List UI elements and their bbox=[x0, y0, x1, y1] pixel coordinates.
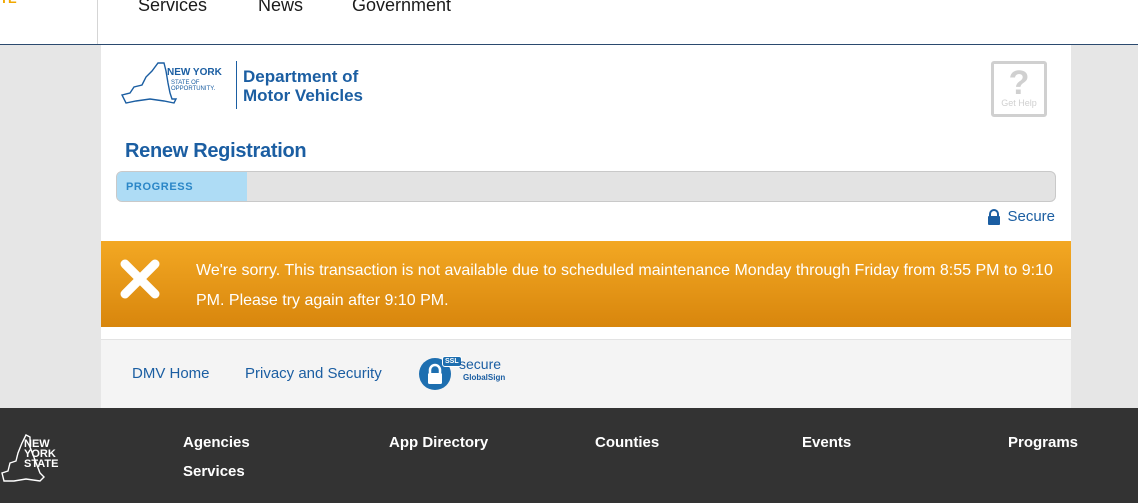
dmv-logo[interactable]: NEW YORK STATE OF OPPORTUNITY. Departmen… bbox=[120, 59, 380, 115]
progress-label: PROGRESS bbox=[126, 181, 194, 193]
ny-tagline: STATE OF OPPORTUNITY. bbox=[171, 80, 216, 92]
department-name: Department of Motor Vehicles bbox=[243, 67, 363, 105]
nav-item-news[interactable]: News bbox=[258, 0, 303, 16]
ny-state-footer-logo[interactable]: NEW YORK STATE bbox=[0, 433, 62, 485]
footer-link-counties[interactable]: Counties bbox=[595, 434, 659, 451]
ny-wordmark: NEW YORK bbox=[167, 67, 222, 78]
secure-indicator: Secure bbox=[987, 208, 1055, 225]
footer-link-events[interactable]: Events bbox=[802, 434, 851, 451]
get-help-label: Get Help bbox=[1001, 98, 1037, 108]
card-footer: DMV Home Privacy and Security SSL secure… bbox=[101, 339, 1071, 408]
get-help-button[interactable]: ? Get Help bbox=[991, 61, 1047, 117]
nav-item-services[interactable]: Services bbox=[138, 0, 207, 16]
secure-label: Secure bbox=[1007, 208, 1055, 225]
alert-message: We're sorry. This transaction is not ava… bbox=[196, 262, 1053, 309]
lock-icon bbox=[988, 208, 1001, 225]
ny-state-logo-fragment[interactable]: TE bbox=[0, 0, 18, 5]
footer-link-programs[interactable]: Programs bbox=[1008, 434, 1078, 451]
ny-footer-word-3: STATE bbox=[24, 458, 59, 470]
department-line-2: Motor Vehicles bbox=[243, 86, 363, 105]
nav-divider bbox=[97, 0, 98, 44]
site-footer: NEW YORK STATE Agencies App Directory Co… bbox=[0, 408, 1138, 503]
ny-footer-wordmark: NEW YORK STATE bbox=[24, 439, 59, 470]
main-card: NEW YORK STATE OF OPPORTUNITY. Departmen… bbox=[101, 45, 1071, 408]
logo-separator bbox=[236, 61, 237, 109]
nav-item-government[interactable]: Government bbox=[352, 0, 451, 16]
maintenance-alert: We're sorry. This transaction is not ava… bbox=[101, 241, 1071, 327]
ssl-secure-word: secure bbox=[459, 356, 502, 372]
privacy-security-link[interactable]: Privacy and Security bbox=[245, 365, 382, 382]
dmv-home-link[interactable]: DMV Home bbox=[132, 365, 210, 382]
progress-bar: PROGRESS bbox=[116, 171, 1056, 202]
error-x-icon bbox=[120, 259, 160, 299]
question-mark-icon: ? bbox=[1008, 64, 1030, 102]
footer-link-app-directory[interactable]: App Directory bbox=[389, 434, 488, 451]
department-line-1: Department of bbox=[243, 67, 359, 86]
page-title: Renew Registration bbox=[125, 140, 307, 162]
footer-link-agencies[interactable]: Agencies bbox=[183, 434, 250, 451]
ssl-secure-badge[interactable]: SSL secure GlobalSign bbox=[419, 356, 514, 392]
top-navigation: TE Services News Government bbox=[0, 0, 1138, 45]
footer-link-services[interactable]: Services bbox=[183, 463, 245, 480]
globalsign-label: GlobalSign bbox=[463, 373, 506, 382]
